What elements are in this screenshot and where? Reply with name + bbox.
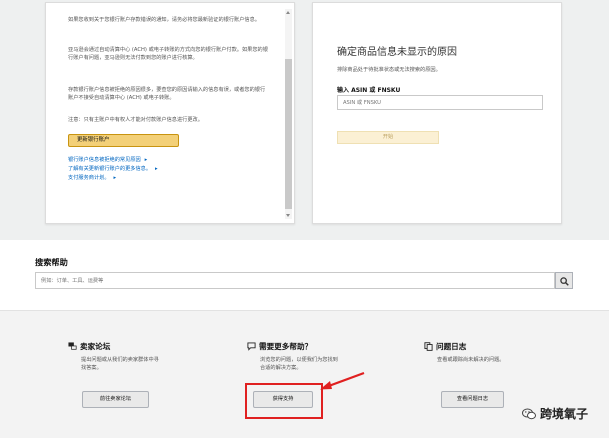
- listing-check-panel: 确定商品信息未显示的原因 排除商品处于待批准状态或无法搜索的原因。 输入 ASI…: [312, 2, 562, 224]
- scrollbar-thumb[interactable]: [285, 59, 292, 209]
- asin-submit-button[interactable]: 开始: [337, 131, 439, 144]
- highlight-box: [245, 383, 323, 419]
- seller-forum-column: 卖家论坛 提出问题或从我们的卖家群体中寻找答案。: [68, 341, 208, 372]
- column-title: 需要更多帮助？: [259, 342, 313, 351]
- chevron-right-icon: ▸: [113, 175, 117, 181]
- asin-input-label: 输入 ASIN 或 FNSKU: [337, 87, 401, 94]
- link-rejection-reasons[interactable]: 银行账户信息被拒绝的常见原因 ▸: [68, 157, 147, 164]
- seller-forum-button[interactable]: 前往卖家论坛: [82, 391, 149, 408]
- asin-input[interactable]: [337, 95, 543, 110]
- panel-title: 确定商品信息未显示的原因: [337, 47, 457, 58]
- watermark: 跨境氧子: [522, 405, 588, 422]
- forum-icon: [68, 342, 77, 350]
- update-bank-account-button[interactable]: 更新银行账户: [68, 134, 179, 147]
- link-text: 了解有关更新银行账户的更多信息。: [68, 166, 152, 172]
- search-help-input[interactable]: [35, 272, 555, 289]
- bank-account-panel: 如果您收到关于您银行账户存款错误的通知，请务必将您最新验证的银行账户信息。 亚马…: [45, 2, 295, 224]
- panel-paragraph: 如果您收到关于您银行账户存款错误的通知，请务必将您最新验证的银行账户信息。: [68, 17, 260, 23]
- chevron-right-icon: ▸: [155, 166, 158, 172]
- case-log-button[interactable]: 查看问题日志: [441, 391, 504, 408]
- link-text: 支付服务商计划。: [68, 175, 110, 181]
- column-title: 问题日志: [436, 342, 467, 351]
- search-icon: [560, 276, 569, 286]
- scrollbar[interactable]: [285, 9, 292, 219]
- scroll-down-icon[interactable]: [286, 214, 290, 217]
- search-button[interactable]: [555, 272, 573, 289]
- chevron-right-icon: ▸: [144, 157, 148, 163]
- panel-paragraph: 存款银行账户信息被拒绝的原因很多，要查您的原因请输入的信息有误，或者您的银行账户…: [68, 87, 266, 101]
- more-help-column: 需要更多帮助？ 浏览您的问题，以便我们为您找到合适的解决方案。: [247, 341, 387, 372]
- column-description: 提出问题或从我们的卖家群体中寻找答案。: [81, 357, 159, 371]
- link-payment-provider[interactable]: 支付服务商计划。 ▸: [68, 175, 116, 182]
- panel-paragraph: 注意：只有主账户中有权人才能对付款账户信息进行更改。: [68, 117, 203, 123]
- link-text: 银行账户信息被拒绝的常见原因: [68, 157, 141, 163]
- search-help-title: 搜索帮助: [35, 257, 68, 267]
- watermark-text: 跨境氧子: [540, 407, 589, 421]
- chat-bubble-icon: [247, 342, 256, 351]
- highlight-arrow-icon: [320, 371, 365, 390]
- panel-description: 排除商品处于待批准状态或无法搜索的原因。: [337, 67, 441, 73]
- top-section: 如果您收到关于您银行账户存款错误的通知，请务必将您最新验证的银行账户信息。 亚马…: [0, 0, 609, 240]
- case-log-column: 问题日志 查看或跟踪尚未解决的问题。: [424, 341, 564, 365]
- column-title: 卖家论坛: [80, 342, 111, 351]
- panel-paragraph: 亚马逊会通过自动清算中心 (ACH) 或电子转账的方式向您的银行账户付款。如果您…: [68, 47, 268, 61]
- wechat-icon: [522, 408, 536, 419]
- scroll-up-icon[interactable]: [286, 11, 290, 14]
- link-learn-more[interactable]: 了解有关更新银行账户的更多信息。 ▸: [68, 166, 158, 173]
- column-description: 查看或跟踪尚未解决的问题。: [437, 357, 505, 363]
- copy-log-icon: [424, 342, 433, 351]
